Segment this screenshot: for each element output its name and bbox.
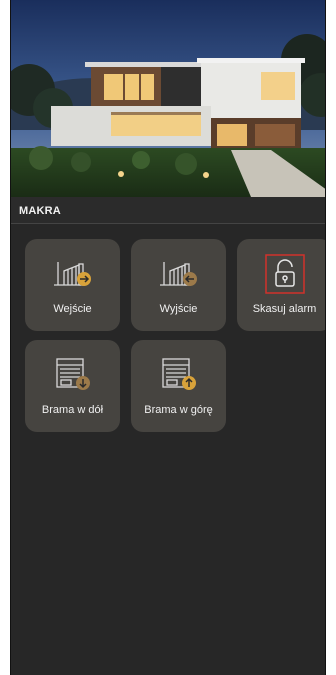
- section-header: MAKRA: [11, 197, 325, 224]
- gate-arrow-right-icon: [51, 254, 95, 295]
- tile-label: Skasuj alarm: [252, 303, 317, 315]
- clear-alarm-tile-button[interactable]: Skasuj alarm: [237, 239, 325, 331]
- house-hero-image: [11, 0, 325, 197]
- garage-door-up-icon: [157, 355, 201, 398]
- exit-tile-button[interactable]: Wyjście: [131, 239, 226, 331]
- entry-tile-button[interactable]: Wejście: [25, 239, 120, 331]
- app-screen: MAKRA Wejście Wyjście Skasuj alarm Brama…: [10, 0, 326, 675]
- garage-door-down-icon: [51, 355, 95, 398]
- tile-label: Wyjście: [159, 303, 198, 315]
- gate-arrow-left-icon: [157, 254, 201, 295]
- tile-label: Wejście: [53, 303, 92, 315]
- page-title: MAKRA: [19, 205, 61, 217]
- unlock-alarm-icon: [264, 254, 305, 299]
- tile-label: Brama w górę: [144, 404, 213, 416]
- gate-down-tile-button[interactable]: Brama w dół: [25, 340, 120, 432]
- gate-up-tile-button[interactable]: Brama w górę: [131, 340, 226, 432]
- tile-label: Brama w dół: [41, 404, 104, 416]
